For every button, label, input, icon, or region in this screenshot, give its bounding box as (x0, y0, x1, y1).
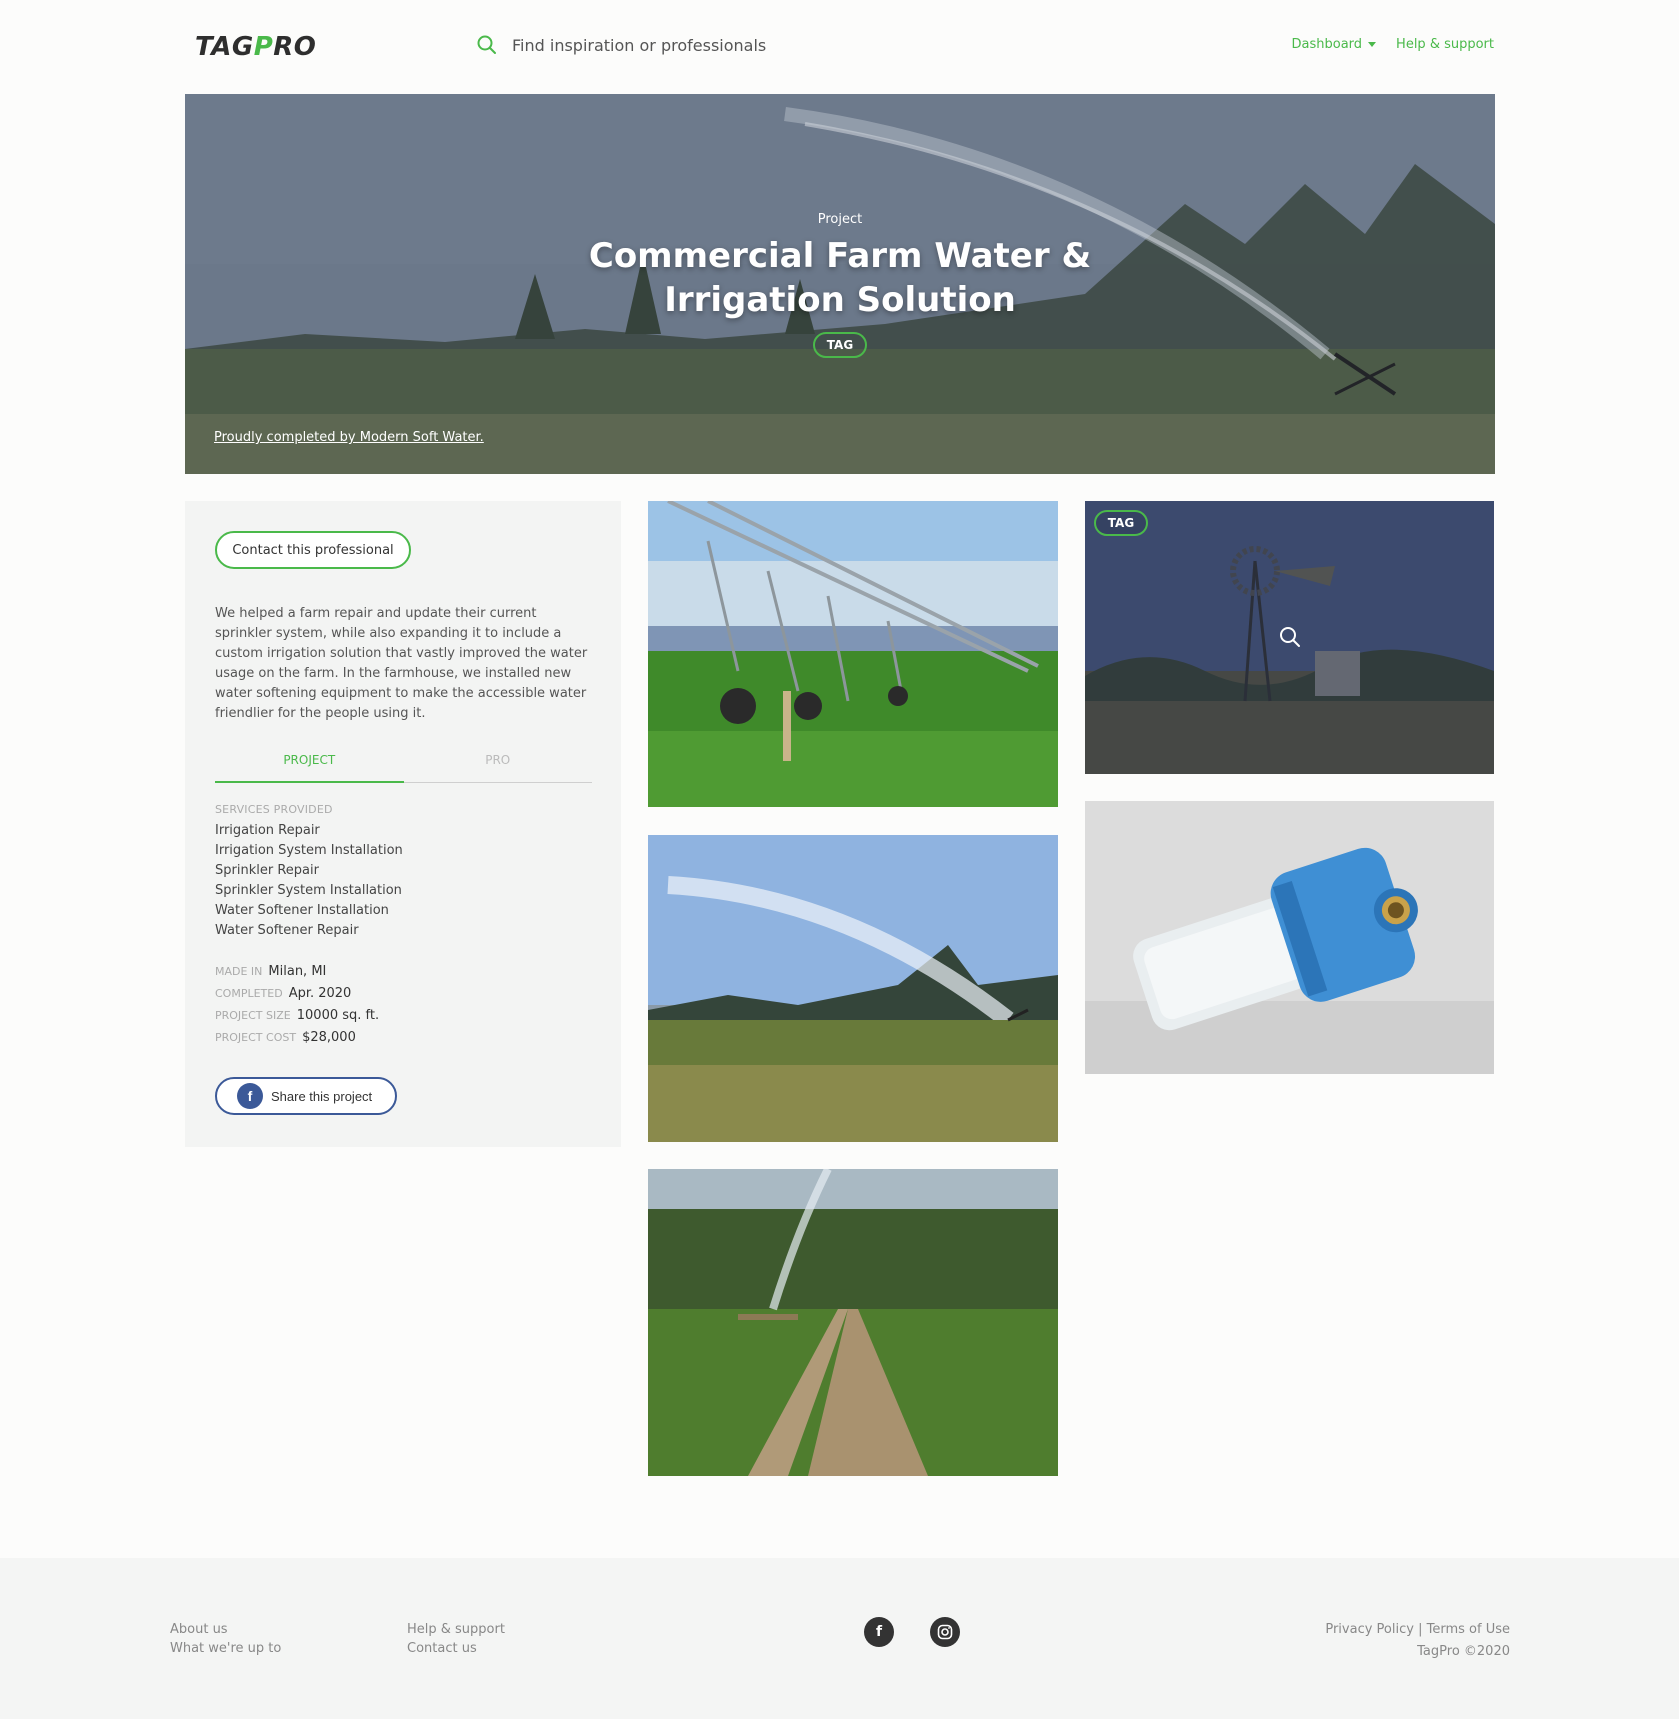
share-project-button[interactable]: f Share this project (215, 1077, 397, 1115)
hero-kicker: Project (817, 212, 863, 227)
footer-help-support-link[interactable]: Help & support (407, 1620, 505, 1639)
top-nav: Dashboard Help & support (1292, 37, 1494, 52)
copyright: TagPro ©2020 (1417, 1644, 1510, 1659)
details-tabs: PROJECT PRO (215, 749, 592, 783)
footer-col-help: Help & support Contact us (407, 1620, 505, 1658)
service-item: Sprinkler Repair (215, 863, 319, 878)
project-meta: MADE IN Milan, MI COMPLETED Apr. 2020 PROJ… (215, 961, 379, 1049)
tab-project[interactable]: PROJECT (215, 749, 404, 783)
site-header: TAGPRO Dashboard Help & support (0, 0, 1679, 94)
service-item: Sprinkler System Installation (215, 883, 402, 898)
gallery-photo-crop-rows[interactable] (648, 1169, 1058, 1476)
legal-links: Privacy Policy | Terms of Use TagPro ©20… (1325, 1619, 1510, 1663)
legal-separator: | (1418, 1622, 1423, 1637)
page-title: Commercial Farm Water & Irrigation Solut… (588, 236, 1092, 320)
project-details-panel: Contact this professional We helped a fa… (185, 501, 621, 1147)
services-label: SERVICES PROVIDED (215, 803, 333, 816)
help-support-link[interactable]: Help & support (1396, 37, 1494, 52)
meta-project-cost: PROJECT COST $28,000 (215, 1030, 356, 1045)
contact-professional-button[interactable]: Contact this professional (215, 531, 411, 569)
search-icon[interactable] (476, 34, 498, 56)
services-list: Irrigation Repair Irrigation System Inst… (215, 821, 403, 941)
terms-of-use-link[interactable]: Terms of Use (1427, 1622, 1510, 1637)
hero-banner: Project Commercial Farm Water & Irrigati… (185, 94, 1495, 474)
service-item: Irrigation System Installation (215, 843, 403, 858)
facebook-icon: f (237, 1083, 263, 1109)
service-item: Irrigation Repair (215, 823, 320, 838)
caret-down-icon (1368, 42, 1377, 47)
project-description: We helped a farm repair and update their… (215, 606, 588, 721)
search-input[interactable] (512, 35, 932, 55)
facebook-icon[interactable]: f (864, 1617, 894, 1647)
meta-project-size: PROJECT SIZE 10000 sq. ft. (215, 1008, 380, 1023)
gallery-photo-windmill[interactable]: TAG (1085, 501, 1494, 774)
gallery-photo-sprinkler-field[interactable] (648, 835, 1058, 1142)
zoom-icon[interactable] (1278, 625, 1302, 649)
service-item: Water Softener Repair (215, 923, 359, 938)
about-us-link[interactable]: About us (170, 1620, 281, 1639)
gallery-photo-pivot-irrigation[interactable] (648, 501, 1058, 807)
tagpro-logo[interactable]: TAGPRO (195, 32, 316, 62)
what-were-up-to-link[interactable]: What we're up to (170, 1639, 281, 1658)
service-item: Water Softener Installation (215, 903, 389, 918)
site-footer: About us What we're up to Help & support… (0, 1558, 1679, 1719)
share-label: Share this project (271, 1088, 373, 1104)
search-bar (476, 34, 932, 56)
tab-pro[interactable]: PRO (404, 749, 593, 782)
meta-made-in: MADE IN Milan, MI (215, 964, 327, 979)
professional-credit-link[interactable]: Proudly completed by Modern Soft Water. (214, 430, 484, 445)
hero-tag-badge[interactable]: TAG (813, 332, 867, 358)
dashboard-label: Dashboard (1291, 37, 1363, 52)
contact-us-link[interactable]: Contact us (407, 1639, 505, 1658)
instagram-icon[interactable] (930, 1617, 960, 1647)
footer-col-about: About us What we're up to (170, 1620, 281, 1658)
photo-tag-badge[interactable]: TAG (1094, 510, 1148, 536)
gallery-photo-water-filter[interactable] (1085, 801, 1494, 1074)
meta-completed: COMPLETED Apr. 2020 (215, 986, 352, 1001)
dashboard-menu[interactable]: Dashboard (1292, 37, 1377, 52)
privacy-policy-link[interactable]: Privacy Policy (1325, 1622, 1414, 1637)
